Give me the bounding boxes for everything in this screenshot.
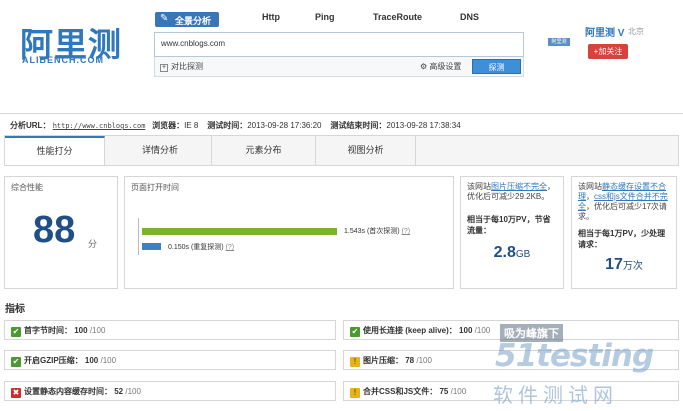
first-load-label: 1.543s (首次探测) (?) — [344, 228, 411, 235]
user-location: 北京 — [628, 27, 644, 36]
test-info-bar: 分析URL： http://www.cnblogs.com 浏览器：IE 8 测… — [0, 113, 683, 135]
tab-http[interactable]: Http — [262, 12, 280, 27]
repeat-load-bar — [142, 243, 161, 250]
metric-static-cache[interactable]: ✖ 设置静态内容缓存时间： 52 /100 — [4, 381, 336, 401]
help-icon[interactable]: (?) — [226, 244, 235, 251]
watermark-logo: 51testing — [495, 338, 654, 374]
check-icon: ✔ — [11, 327, 21, 337]
check-icon: ✔ — [11, 357, 21, 367]
error-icon: ✖ — [11, 388, 21, 398]
metrics-title: 指标 — [5, 304, 25, 315]
requests-saved: 17万次 — [605, 256, 643, 273]
traffic-saved: 2.8GB — [493, 244, 531, 261]
first-load-bar — [142, 228, 337, 235]
analysis-tabs: 性能打分 详情分析 元素分布 视图分析 — [4, 135, 679, 166]
analyzed-url[interactable]: http://www.cnblogs.com — [53, 122, 146, 130]
metric-ttfb[interactable]: ✔ 首字节时间： 100 /100 — [4, 320, 336, 340]
browser-value: IE 8 — [184, 121, 199, 130]
compare-toggle[interactable]: + 对比探测 — [160, 61, 203, 72]
tab-traceroute[interactable]: TraceRoute — [373, 12, 422, 27]
score-unit: 分 — [88, 239, 98, 249]
tab-dns[interactable]: DNS — [460, 12, 479, 27]
metric-gzip[interactable]: ✔ 开启GZIP压缩： 100 /100 — [4, 350, 336, 370]
tab-performance-score[interactable]: 性能打分 — [5, 136, 105, 165]
image-compress-panel: 该网站图片压缩不完全，优化后可减少29.2KB。 相当于每10万PV，节省流量：… — [460, 176, 564, 289]
warning-icon: ! — [350, 388, 360, 398]
warning-icon: ! — [350, 357, 360, 367]
tab-view-analysis[interactable]: 视图分析 — [316, 136, 416, 165]
end-time: 2013-09-28 17:38:34 — [386, 121, 461, 130]
watermark-site: 软件测试网 — [493, 385, 618, 407]
tab-ping[interactable]: Ping — [315, 12, 335, 27]
cache-panel: 该网站静态缓存设置不合理，css和js文件合并不完全，优化后可减少17次请求。 … — [571, 176, 677, 289]
repeat-load-label: 0.150s (重复探测) (?) — [168, 244, 235, 251]
detect-button[interactable]: 探测 — [472, 59, 521, 74]
score-title: 综合性能 — [11, 183, 43, 192]
score-value: 88 — [33, 209, 76, 251]
search-options-bar — [154, 57, 524, 77]
tab-element-distribution[interactable]: 元素分布 — [212, 136, 316, 165]
user-avatar[interactable]: 阿里测 — [548, 38, 570, 46]
start-time: 2013-09-28 17:36:20 — [247, 121, 322, 130]
check-icon: ✔ — [350, 327, 360, 337]
pin-icon: ✎ — [160, 13, 169, 24]
url-input[interactable]: www.cnblogs.com — [154, 32, 524, 57]
user-name[interactable]: 阿里测 V — [585, 24, 624, 39]
image-compress-link[interactable]: 图片压缩不完全 — [491, 182, 547, 191]
gear-icon: ⚙ — [420, 62, 428, 71]
tab-detail-analysis[interactable]: 详情分析 — [109, 136, 212, 165]
follow-button[interactable]: +加关注 — [588, 44, 628, 59]
advanced-settings[interactable]: ⚙ 高级设置 — [420, 61, 461, 72]
chart-axis — [138, 218, 139, 255]
help-icon[interactable]: (?) — [402, 228, 411, 235]
tab-overview[interactable]: ✎ 全景分析 — [155, 12, 220, 27]
weibo-v-icon: V — [617, 28, 625, 39]
load-time-title: 页面打开时间 — [131, 183, 179, 192]
plus-icon: + — [160, 64, 168, 72]
logo-subtitle: ALIBENCH.COM — [22, 55, 104, 65]
